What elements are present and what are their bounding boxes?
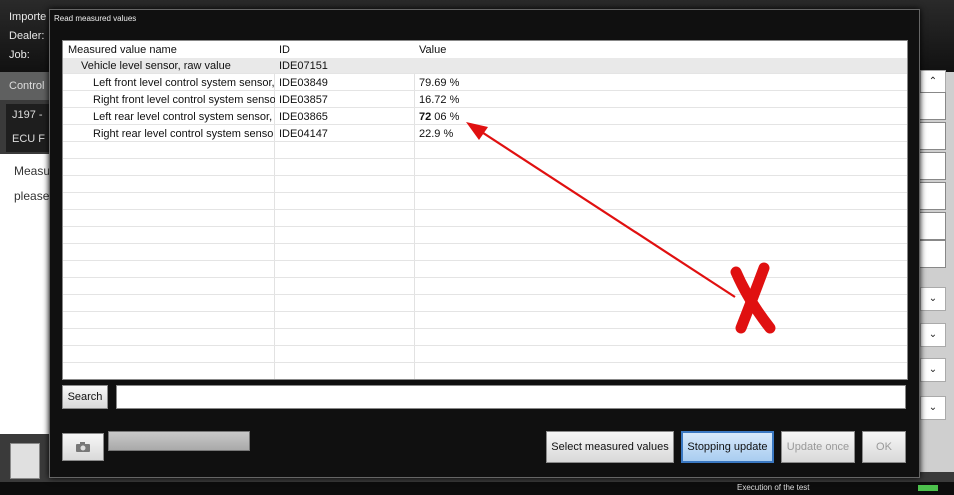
row-value-rest: 06 % <box>431 111 460 123</box>
table-row-empty <box>63 194 907 210</box>
update-once-button[interactable]: Update once <box>781 431 855 463</box>
imported-label: Importe <box>9 11 47 23</box>
side-slot[interactable] <box>918 152 946 180</box>
table-row[interactable]: Left front level control system sensor, … <box>63 75 907 91</box>
table-row[interactable]: Left rear level control system sensor, I… <box>63 109 907 125</box>
progress-bar <box>108 431 250 451</box>
row-name: Left rear level control system sensor, <box>93 111 273 123</box>
status-bar: Execution of the test <box>0 482 954 495</box>
ok-button[interactable]: OK <box>862 431 906 463</box>
row-id: IDE04147 <box>279 128 328 140</box>
dialog-title: Read measured values <box>54 14 137 23</box>
row-name: Left front level control system sensor, <box>93 77 275 89</box>
table-row-empty <box>63 330 907 346</box>
search-input[interactable] <box>116 385 906 409</box>
row-value: 16.72 % <box>419 94 460 106</box>
expand-down-icon[interactable]: ⌄ <box>920 396 946 420</box>
table-row-empty <box>63 160 907 176</box>
expand-down-icon[interactable]: ⌄ <box>920 358 946 382</box>
table-row-empty <box>63 296 907 312</box>
row-value: 72 06 % <box>419 111 619 123</box>
table-row-empty <box>63 245 907 261</box>
side-slot[interactable] <box>918 240 946 268</box>
table-row-empty <box>63 211 907 227</box>
expand-down-icon[interactable]: ⌄ <box>920 323 946 347</box>
col-header-name[interactable]: Measured value name <box>68 44 177 56</box>
row-name: Right front level control system senso <box>93 94 275 106</box>
side-slot[interactable] <box>918 212 946 240</box>
please-text: please <box>14 189 50 203</box>
collapse-up-icon[interactable]: ⌃ <box>920 70 946 94</box>
row-value: 79.69 % <box>419 77 460 89</box>
job-label: Job: <box>9 49 30 61</box>
table-row-empty <box>63 228 907 244</box>
expand-down-icon[interactable]: ⌄ <box>920 287 946 311</box>
col-header-value[interactable]: Value <box>419 44 446 56</box>
battery-icon <box>918 485 938 491</box>
table-row-empty <box>63 347 907 363</box>
row-name: Vehicle level sensor, raw value <box>81 60 231 72</box>
measure-text: Measu <box>14 164 51 178</box>
read-measured-values-dialog: Read measured values Measured value name… <box>49 9 920 478</box>
table-row-empty <box>63 262 907 278</box>
status-text: Execution of the test <box>737 483 810 492</box>
side-slot[interactable] <box>918 122 946 150</box>
table-row-group[interactable]: Vehicle level sensor, raw value IDE07151 <box>63 58 907 74</box>
side-slot[interactable] <box>918 92 946 120</box>
col-header-id[interactable]: ID <box>279 44 290 56</box>
row-id: IDE03857 <box>279 94 328 106</box>
table-row-empty <box>63 143 907 159</box>
dealer-label: Dealer: <box>9 30 45 42</box>
table-row[interactable]: Right front level control system senso I… <box>63 92 907 108</box>
row-value: 22.9 % <box>419 128 454 140</box>
table-row[interactable]: Right rear level control system senso ID… <box>63 126 907 142</box>
measured-values-table: Measured value name ID Value Vehicle lev… <box>62 40 908 380</box>
search-button[interactable]: Search <box>62 385 108 409</box>
row-name: Right rear level control system senso <box>93 128 274 140</box>
row-value-bold: 72 <box>419 111 432 123</box>
stopping-update-button[interactable]: Stopping update <box>681 431 774 463</box>
row-id: IDE03849 <box>279 77 328 89</box>
row-id: IDE03865 <box>279 111 328 123</box>
camera-icon-glyph <box>76 442 90 453</box>
table-row-empty <box>63 313 907 329</box>
document-icon[interactable] <box>10 443 40 479</box>
row-id: IDE07151 <box>279 60 328 72</box>
table-row-empty <box>63 177 907 193</box>
table-row-empty <box>63 279 907 295</box>
select-measured-values-button[interactable]: Select measured values <box>546 431 674 463</box>
camera-icon[interactable] <box>62 433 104 461</box>
table-row-empty <box>63 364 907 379</box>
table-header: Measured value name ID Value <box>63 41 907 59</box>
control-label: Control <box>9 80 45 92</box>
side-slot[interactable] <box>918 182 946 210</box>
